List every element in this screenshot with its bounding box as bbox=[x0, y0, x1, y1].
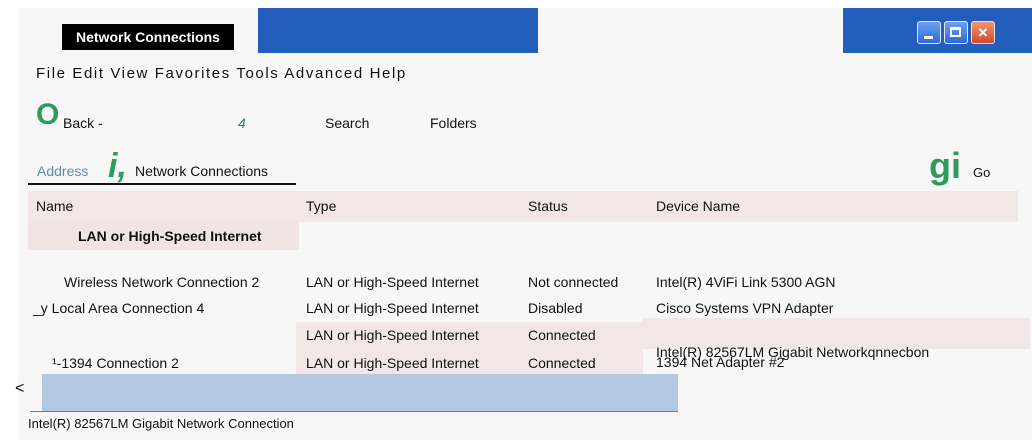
scroll-left-arrow-icon[interactable]: < bbox=[15, 380, 24, 398]
column-header-device-name[interactable]: Device Name bbox=[656, 198, 740, 214]
go-button[interactable]: Go bbox=[973, 165, 990, 180]
table-row-device: 1394 Net Adapter #2 bbox=[656, 354, 785, 370]
table-row-device: Intel(R) 4ViFi Link 5300 AGN bbox=[656, 274, 836, 290]
close-button[interactable]: × bbox=[971, 21, 995, 44]
address-input[interactable]: Network Connections bbox=[135, 163, 268, 179]
table-row-name[interactable]: ¹-1394 Connection 2 bbox=[52, 355, 179, 371]
search-button[interactable]: Search bbox=[325, 115, 369, 131]
title-bar-band bbox=[258, 8, 538, 53]
back-button[interactable]: Back - bbox=[63, 115, 103, 131]
table-row-status: Connected bbox=[528, 327, 596, 343]
column-header-type[interactable]: Type bbox=[306, 198, 336, 214]
forward-button[interactable]: 4 bbox=[238, 115, 246, 131]
minimize-icon bbox=[924, 36, 933, 39]
close-icon: × bbox=[978, 23, 988, 42]
horizontal-scrollbar[interactable] bbox=[42, 374, 678, 412]
column-header-name[interactable]: Name bbox=[36, 198, 73, 214]
column-header-bar bbox=[28, 191, 1018, 222]
minimize-button[interactable] bbox=[917, 21, 941, 44]
table-row-type: LAN or High-Speed Internet bbox=[306, 355, 479, 371]
folder-icon: i, bbox=[108, 147, 127, 185]
table-row-status: Disabled bbox=[528, 300, 583, 316]
group-header: LAN or High-Speed Internet bbox=[78, 228, 262, 244]
table-row-name[interactable]: Wireless Network Connection 2 bbox=[64, 274, 259, 290]
scrollbar-border bbox=[30, 411, 678, 412]
table-row-device: Cisco Systems VPN Adapter bbox=[656, 300, 834, 316]
table-row-status: Not connected bbox=[528, 274, 619, 290]
window-title: Network Connections bbox=[62, 24, 234, 50]
folders-button[interactable]: Folders bbox=[430, 115, 477, 131]
table-row-type: LAN or High-Speed Internet bbox=[306, 327, 479, 343]
table-row-status: Connected bbox=[528, 355, 596, 371]
status-bar-text: Intel(R) 82567LM Gigabit Network Connect… bbox=[28, 416, 294, 431]
table-row-type: LAN or High-Speed Internet bbox=[306, 274, 479, 290]
go-arrow-icon[interactable]: gi bbox=[929, 146, 961, 186]
menu-bar[interactable]: File Edit View Favorites Tools Advanced … bbox=[36, 65, 407, 82]
address-label: Address bbox=[37, 163, 89, 179]
maximize-icon bbox=[950, 27, 961, 37]
table-row-type: LAN or High-Speed Internet bbox=[306, 300, 479, 316]
back-icon[interactable]: O bbox=[36, 96, 59, 134]
title-bar[interactable]: Network Connections × bbox=[0, 0, 1032, 60]
address-input-border bbox=[28, 183, 296, 185]
table-row-name[interactable]: _y Local Area Connection 4 bbox=[33, 300, 204, 316]
maximize-button[interactable] bbox=[944, 21, 968, 44]
column-header-status[interactable]: Status bbox=[528, 198, 568, 214]
